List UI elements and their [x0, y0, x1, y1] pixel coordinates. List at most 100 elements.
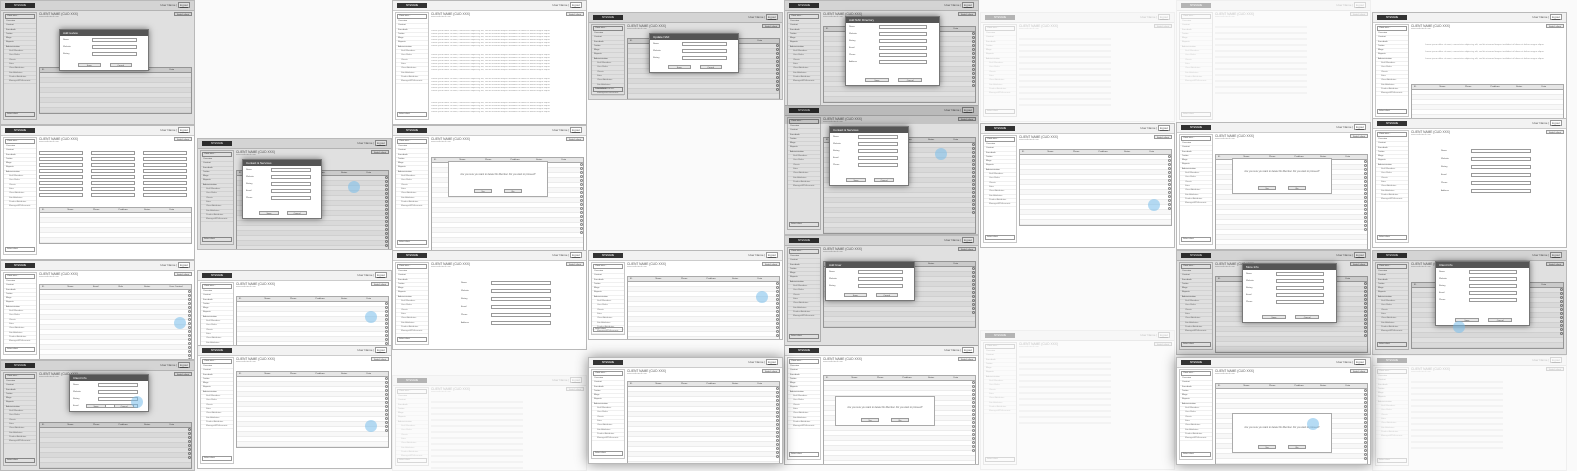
row-action-icon[interactable]: [1364, 389, 1367, 392]
user-name[interactable]: User Name: [748, 253, 763, 257]
grid-field[interactable]: [143, 181, 187, 185]
row-action-icon[interactable]: [776, 447, 779, 450]
sidebar-subitem[interactable]: Manage API Accounts: [4, 340, 36, 345]
row-action-icon[interactable]: [385, 385, 388, 388]
row-action-icon[interactable]: [972, 397, 975, 400]
row-action-icon[interactable]: [385, 429, 388, 432]
footer-client-select[interactable]: Select client: [5, 247, 35, 252]
row-action-icon[interactable]: [776, 391, 779, 394]
row-action-icon[interactable]: [1364, 208, 1367, 211]
switch-client-button[interactable]: Switch client: [1154, 24, 1172, 28]
row-action-icon[interactable]: [1364, 196, 1367, 199]
row-action-icon[interactable]: [1364, 413, 1367, 416]
row-action-icon[interactable]: [188, 346, 191, 349]
column-header[interactable]: Date: [367, 372, 372, 376]
column-header[interactable]: Date: [1346, 155, 1351, 159]
form-input[interactable]: [491, 297, 551, 301]
footer-client-select[interactable]: Select client: [397, 240, 427, 245]
field-input[interactable]: [879, 25, 927, 29]
row-action-icon[interactable]: [776, 314, 779, 317]
sidebar-subitem[interactable]: Manage API Accounts: [592, 437, 624, 442]
sidebar-subitem[interactable]: Manage API Accounts: [1180, 437, 1212, 442]
column-header[interactable]: Name: [265, 372, 271, 376]
column-header[interactable]: ID: [630, 277, 632, 281]
row-action-icon[interactable]: [776, 318, 779, 321]
footer-client-select[interactable]: Select client: [789, 452, 819, 457]
grid-field[interactable]: [91, 169, 135, 173]
column-header[interactable]: Phone: [290, 297, 296, 301]
yes-button[interactable]: Yes: [1258, 186, 1276, 190]
grid-field[interactable]: [91, 193, 135, 197]
table-row[interactable]: [824, 461, 975, 464]
user-name[interactable]: User Name: [357, 273, 372, 277]
field-input[interactable]: [1469, 298, 1517, 302]
row-action-icon[interactable]: [580, 163, 583, 166]
row-action-icon[interactable]: [580, 223, 583, 226]
user-menu[interactable]: User Name | logout: [1140, 332, 1170, 338]
column-header[interactable]: Status: [341, 372, 347, 376]
grid-field[interactable]: [39, 163, 83, 167]
row-action-icon[interactable]: [188, 322, 191, 325]
form-input[interactable]: [1471, 189, 1531, 193]
row-action-icon[interactable]: [1364, 228, 1367, 231]
client-select[interactable]: Client sites...: [397, 139, 427, 144]
form-input[interactable]: [1471, 149, 1531, 153]
row-action-icon[interactable]: [1364, 397, 1367, 400]
column-header[interactable]: Date: [758, 382, 763, 386]
sidebar-subitem[interactable]: Manage API Accounts: [4, 205, 36, 210]
row-action-icon[interactable]: [776, 282, 779, 285]
sidebar-subitem[interactable]: Manage API Accounts: [788, 425, 820, 430]
row-action-icon[interactable]: [188, 302, 191, 305]
option-item[interactable]: Lorem ipsum dolor sit amet, consectetur …: [1425, 58, 1544, 61]
save-button[interactable]: Save: [1262, 315, 1286, 319]
row-action-icon[interactable]: [1364, 172, 1367, 175]
row-action-icon[interactable]: [188, 310, 191, 313]
no-button[interactable]: No: [891, 418, 909, 422]
logout-link[interactable]: logout: [1353, 2, 1366, 8]
row-action-icon[interactable]: [972, 389, 975, 392]
column-header[interactable]: Status: [732, 382, 738, 386]
switch-client-button[interactable]: Switch client: [566, 137, 584, 141]
row-action-icon[interactable]: [1364, 204, 1367, 207]
column-header[interactable]: Date: [170, 208, 175, 212]
form-input[interactable]: [1471, 165, 1531, 169]
cancel-button[interactable]: Cancel: [875, 293, 898, 297]
row-action-icon[interactable]: [385, 318, 388, 321]
user-menu[interactable]: User Name | logout: [1336, 2, 1366, 8]
user-name[interactable]: User Name: [160, 263, 175, 267]
column-header[interactable]: Phone: [1073, 150, 1079, 154]
footer-client-select[interactable]: Select client: [985, 457, 1015, 462]
row-action-icon[interactable]: [776, 431, 779, 434]
row-action-icon[interactable]: [972, 421, 975, 424]
grid-field[interactable]: [91, 181, 135, 185]
column-header[interactable]: Problems: [707, 277, 716, 281]
row-action-icon[interactable]: [1168, 175, 1171, 178]
switch-client-button[interactable]: Switch client: [1350, 12, 1368, 16]
user-name[interactable]: User Name: [1336, 3, 1351, 7]
footer-client-select[interactable]: Select client: [1181, 452, 1211, 457]
table-row[interactable]: [1216, 464, 1367, 465]
option-item[interactable]: Lorem ipsum dolor sit amet, consectetur …: [1425, 51, 1544, 54]
grid-field[interactable]: [143, 169, 187, 173]
row-action-icon[interactable]: [972, 401, 975, 404]
client-select[interactable]: Client sites...: [985, 26, 1015, 31]
footer-client-select[interactable]: Select client: [397, 112, 427, 117]
column-header[interactable]: ID: [1022, 150, 1024, 154]
field-input[interactable]: [858, 163, 898, 167]
logout-link[interactable]: logout: [374, 272, 387, 278]
form-input[interactable]: [491, 305, 551, 309]
field-input[interactable]: [98, 390, 138, 394]
user-menu[interactable]: User Name | logout: [160, 262, 190, 268]
sidebar-subitem[interactable]: Manage API Accounts: [984, 92, 1016, 97]
field-input[interactable]: [1276, 286, 1324, 290]
row-action-icon[interactable]: [385, 326, 388, 329]
field-input[interactable]: [1469, 291, 1517, 295]
row-action-icon[interactable]: [1364, 453, 1367, 456]
row-action-icon[interactable]: [385, 401, 388, 404]
row-action-icon[interactable]: [776, 294, 779, 297]
field-input[interactable]: [681, 49, 727, 53]
row-action-icon[interactable]: [776, 427, 779, 430]
row-action-icon[interactable]: [1364, 445, 1367, 448]
row-action-icon[interactable]: [580, 171, 583, 174]
user-name[interactable]: User Name: [1532, 358, 1547, 362]
